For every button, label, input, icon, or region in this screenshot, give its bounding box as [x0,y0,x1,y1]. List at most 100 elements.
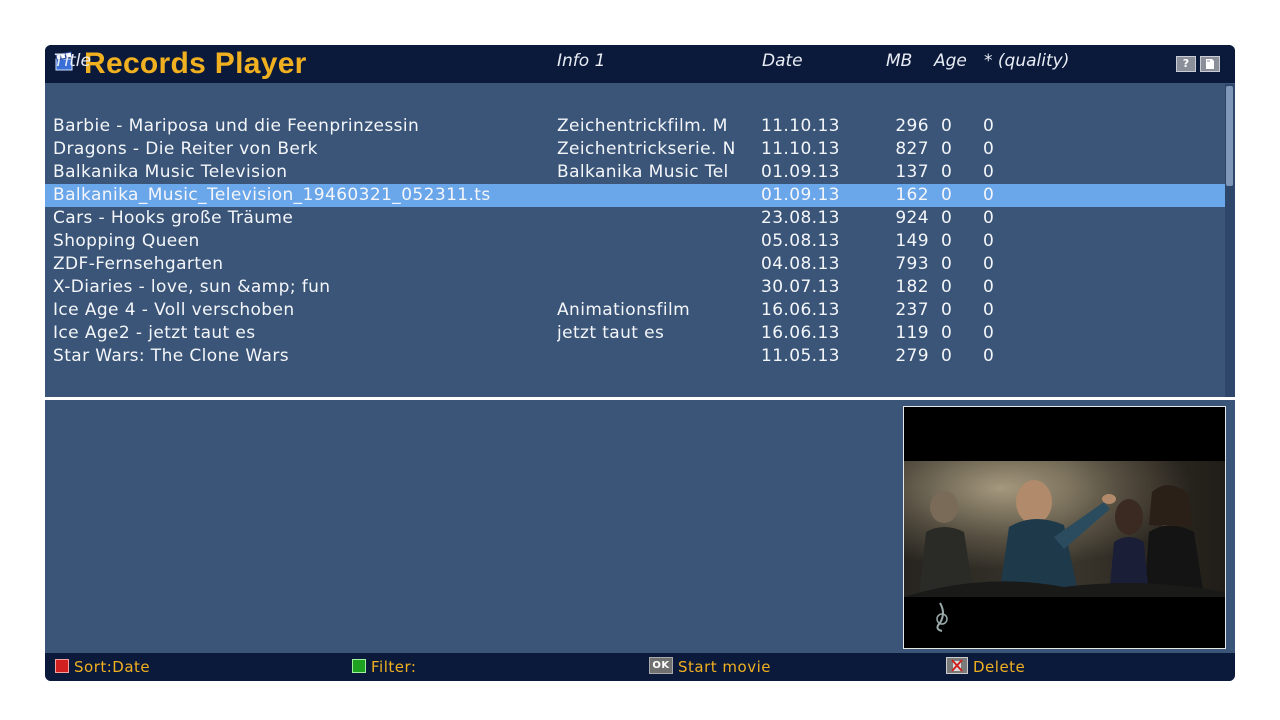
row-quality: 0 [983,208,995,228]
row-age: 0 [941,346,953,366]
row-info: Zeichentrickfilm. M [557,116,728,136]
video-preview [903,406,1226,649]
row-quality: 0 [983,277,995,297]
table-row[interactable]: Barbie - Mariposa und die Feenprinzessin… [45,115,1225,138]
document-icon [1206,59,1214,69]
table-row[interactable]: Cars - Hooks große Träume 23.08.13 924 0 0 [45,207,1225,230]
delete-button[interactable]: Delete [946,653,1025,681]
table-row[interactable]: Ice Age 4 - Voll verschoben Animationsfil… [45,299,1225,322]
table-row[interactable]: Star Wars: The Clone Wars 11.05.13 279 0 0 [45,345,1225,368]
row-size-mb: 149 [895,231,929,251]
row-date: 01.09.13 [761,185,840,205]
row-info: Zeichentrickserie. N [557,139,736,159]
row-date: 30.07.13 [761,277,840,297]
info-button[interactable] [1200,56,1220,72]
column-header-title[interactable]: Title [54,50,91,72]
row-info [557,230,757,253]
row-size-mb: 119 [895,323,929,343]
row-title: Barbie - Mariposa und die Feenprinzessin [53,116,420,136]
row-quality: 0 [983,323,995,343]
scrollbar-thumb[interactable] [1226,86,1233,186]
row-title: Ice Age2 - jetzt taut es [53,323,256,343]
row-info: jetzt taut es [557,323,665,343]
row-quality: 0 [983,162,995,182]
row-date: 11.10.13 [761,116,840,136]
column-header-age[interactable]: Age [934,50,967,72]
delete-key-icon [946,657,968,674]
row-title: Balkanika_Music_Television_19460321_0523… [53,185,491,205]
row-info [557,184,757,207]
row-info [557,276,757,299]
row-size-mb: 237 [895,300,929,320]
row-age: 0 [941,254,953,274]
column-header-info[interactable]: Info 1 [557,50,605,72]
row-size-mb: 137 [895,162,929,182]
row-title: Cars - Hooks große Träume [53,208,294,228]
row-age: 0 [941,323,953,343]
green-key-icon [352,658,366,673]
row-size-mb: 827 [895,139,929,159]
row-title: Dragons - Die Reiter von Berk [53,139,318,159]
row-date: 04.08.13 [761,254,840,274]
table-row[interactable]: ZDF-Fernsehgarten 04.08.13 793 0 0 [45,253,1225,276]
row-age: 0 [941,231,953,251]
row-quality: 0 [983,300,995,320]
row-info: Balkanika Music Tel [557,162,729,182]
table-row[interactable]: Ice Age2 - jetzt taut es jetzt taut es 16.… [45,322,1225,345]
row-title: Shopping Queen [53,231,200,251]
row-quality: 0 [983,185,995,205]
row-quality: 0 [983,346,995,366]
table-row[interactable]: Dragons - Die Reiter von Berk Zeichentric… [45,138,1225,161]
row-size-mb: 182 [895,277,929,297]
row-age: 0 [941,162,953,182]
row-age: 0 [941,185,953,205]
column-header-quality[interactable]: * (quality) [984,50,1069,72]
video-frame-image [904,407,1225,648]
row-date: 11.10.13 [761,139,840,159]
row-title: ZDF-Fernsehgarten [53,254,224,274]
row-date: 05.08.13 [761,231,840,251]
row-date: 16.06.13 [761,323,840,343]
row-quality: 0 [983,116,995,136]
row-quality: 0 [983,139,995,159]
footer-bar: Sort:Date Filter: OK Start movie Delete [45,653,1235,681]
row-size-mb: 162 [895,185,929,205]
row-info: Animationsfilm [557,300,691,320]
row-date: 16.06.13 [761,300,840,320]
row-title: Ice Age 4 - Voll verschoben [53,300,295,320]
table-row[interactable]: X-Diaries - love, sun &amp; fun 30.07.13 1… [45,276,1225,299]
row-age: 0 [941,116,953,136]
row-date: 11.05.13 [761,346,840,366]
table-row[interactable]: Balkanika_Music_Television_19460321_0523… [45,184,1225,207]
sort-label: Sort:Date [74,658,151,676]
row-title: Star Wars: The Clone Wars [53,346,290,366]
row-date: 01.09.13 [761,162,840,182]
row-age: 0 [941,277,953,297]
table-row[interactable]: Shopping Queen 05.08.13 149 0 0 [45,230,1225,253]
start-movie-button[interactable]: OK Start movie [649,653,771,681]
sort-button[interactable]: Sort:Date [55,653,150,681]
row-info [557,253,757,276]
start-movie-label: Start movie [678,658,771,676]
red-key-icon [55,658,69,673]
row-title: X-Diaries - love, sun &amp; fun [53,277,331,297]
row-date: 23.08.13 [761,208,840,228]
delete-label: Delete [973,658,1026,676]
row-size-mb: 924 [895,208,929,228]
help-button[interactable]: ? [1176,56,1196,72]
row-age: 0 [941,208,953,228]
column-header-date[interactable]: Date [762,50,803,72]
row-age: 0 [941,139,953,159]
row-info [557,207,757,230]
row-age: 0 [941,300,953,320]
column-header-mb[interactable]: MB [886,50,912,72]
row-quality: 0 [983,254,995,274]
row-size-mb: 279 [895,346,929,366]
table-row[interactable]: Balkanika Music Television Balkanika Musi… [45,161,1225,184]
filter-button[interactable]: Filter: [352,653,416,681]
row-size-mb: 793 [895,254,929,274]
ok-key-icon: OK [649,657,673,674]
window-title: Records Player [84,47,307,80]
row-title: Balkanika Music Television [53,162,288,182]
filter-label: Filter: [371,658,417,676]
